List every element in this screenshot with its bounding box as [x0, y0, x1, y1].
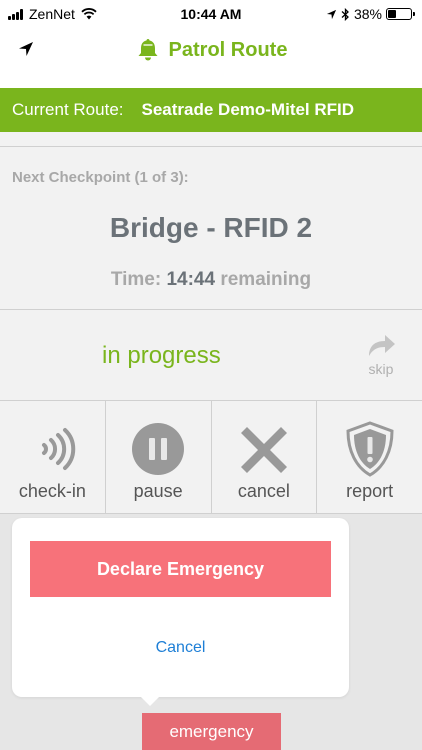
report-label: report	[346, 481, 394, 501]
bluetooth-icon	[341, 7, 349, 21]
checkpoint-section: Next Checkpoint (1 of 3): Bridge - RFID …	[0, 146, 422, 310]
battery-percent: 38%	[353, 6, 382, 22]
progress-row: in progress skip	[0, 310, 422, 401]
status-bar: ZenNet 10:44 AM 38%	[0, 0, 422, 28]
pause-label: pause	[133, 481, 183, 501]
location-services-icon	[326, 9, 337, 19]
route-value: Seatrade Demo-Mitel RFID	[141, 100, 355, 119]
check-in-label: check-in	[18, 481, 86, 501]
check-in-button[interactable]: check-in	[0, 401, 106, 513]
checkpoint-time: Time: 14:44 remaining	[0, 269, 422, 291]
skip-arrow-icon	[369, 335, 395, 356]
status-right: 38%	[326, 6, 415, 22]
nav-title: Patrol Route	[0, 37, 422, 63]
nfc-icon	[42, 428, 76, 470]
progress-status: in progress	[102, 342, 221, 369]
report-button[interactable]: report	[317, 401, 422, 513]
skip-button[interactable]: skip	[358, 332, 404, 382]
battery-icon	[386, 8, 415, 20]
time-value: 14:44	[166, 269, 216, 290]
emergency-popup: Declare Emergency Cancel	[12, 518, 349, 697]
emergency-tab-button[interactable]: emergency	[142, 713, 281, 750]
time-suffix: remaining	[220, 269, 312, 290]
page-title: Patrol Route	[168, 38, 288, 61]
bell-icon	[138, 39, 158, 61]
declare-emergency-button[interactable]: Declare Emergency	[30, 541, 331, 597]
time-prefix: Time:	[110, 269, 162, 290]
pause-icon	[132, 423, 185, 475]
cancel-label: cancel	[237, 481, 290, 501]
popup-tail	[138, 694, 162, 706]
cancel-button[interactable]: cancel	[212, 401, 318, 513]
checkpoint-name: Bridge - RFID 2	[109, 212, 313, 243]
nav-bar: Patrol Route	[0, 28, 422, 88]
action-bar: check-in pause cancel report	[0, 401, 422, 514]
skip-label: skip	[368, 361, 394, 377]
popup-cancel-button[interactable]: Cancel	[12, 633, 349, 663]
x-icon	[240, 427, 287, 473]
current-route-bar: Current Route: Seatrade Demo-Mitel RFID	[0, 88, 422, 132]
next-checkpoint-label: Next Checkpoint (1 of 3):	[12, 169, 189, 186]
shield-alert-icon	[346, 421, 394, 477]
route-label: Current Route:	[12, 100, 124, 119]
pause-button[interactable]: pause	[106, 401, 212, 513]
